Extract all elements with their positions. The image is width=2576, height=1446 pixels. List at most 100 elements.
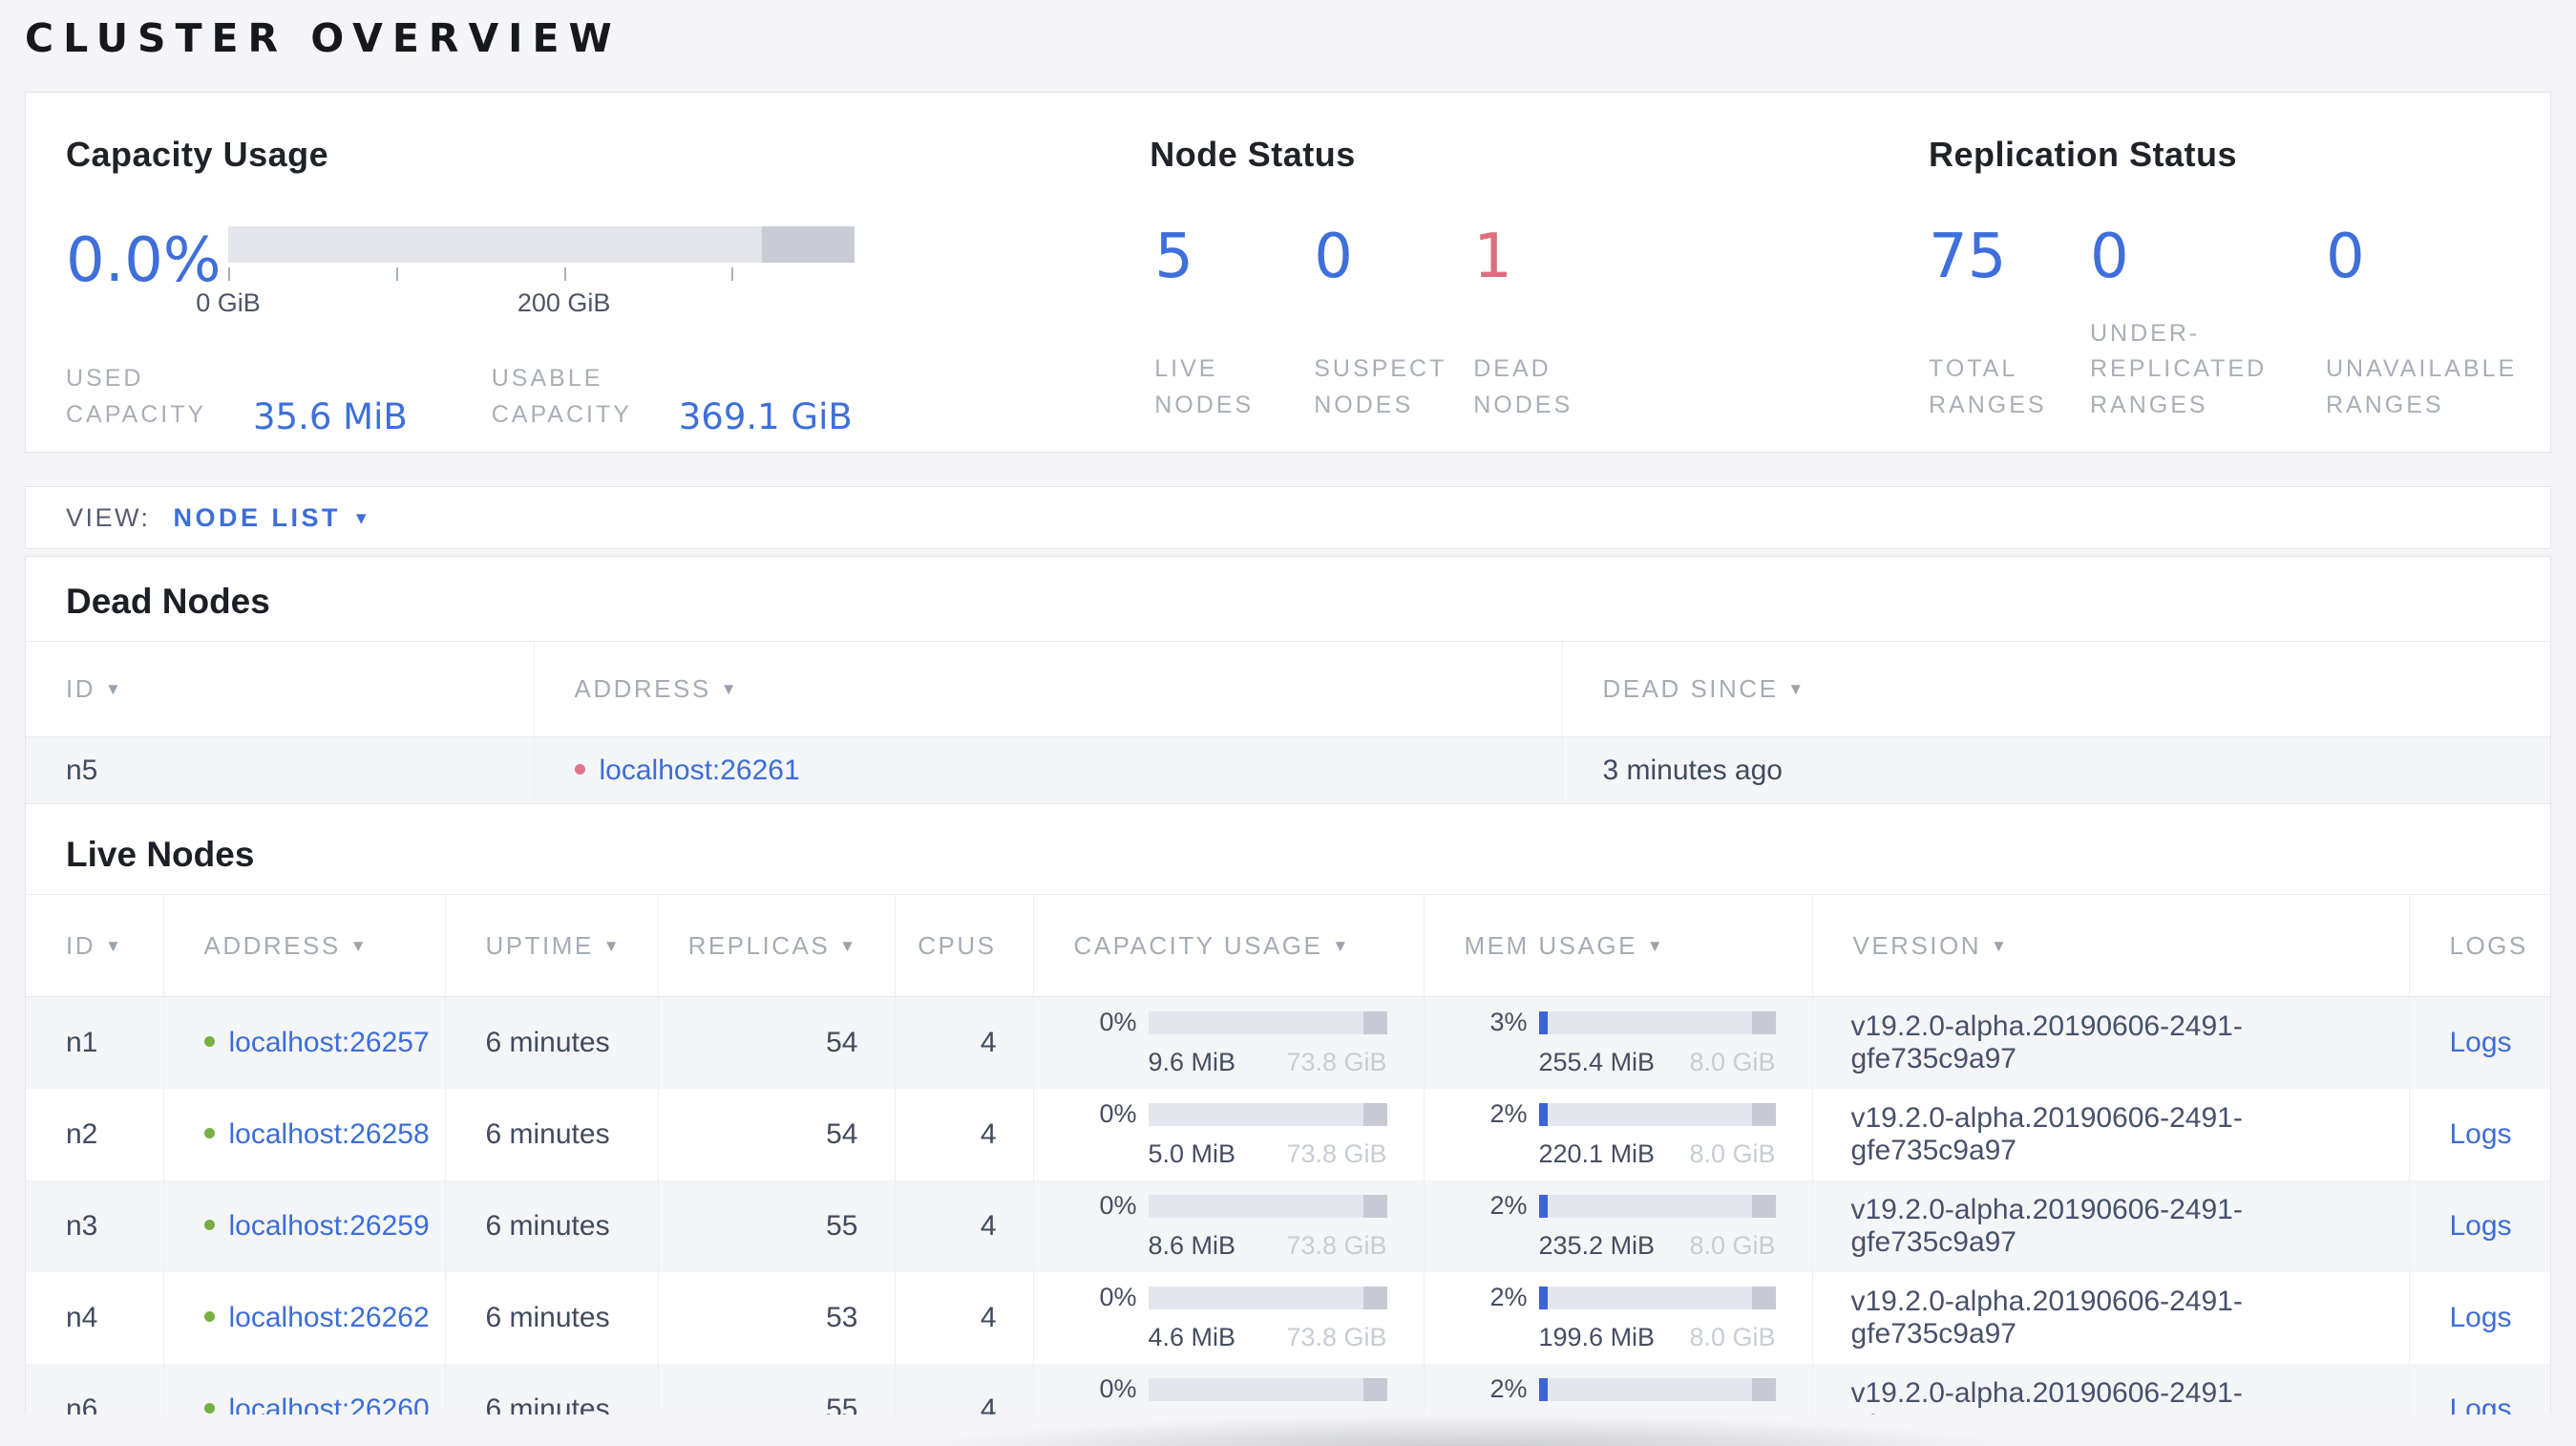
sort-desc-icon: ▼ [720,680,740,698]
live-node-address-cell: localhost:26262 [162,1271,445,1364]
live-node-mem-usage-cell: 2% 220.1 MiB 8.0 GiB [1423,1088,1812,1180]
capacity-usage-percent: 0% [1099,1008,1137,1037]
memory-usage: 3% 255.4 MiB 8.0 GiB [1425,1008,1812,1077]
live-node-address-link[interactable]: localhost:26259 [229,1210,430,1242]
replication-status-labels-row: TOTAL RANGES UNDER-REPLICATED RANGES UNAVA… [1902,310,2550,423]
live-node-replicas-cell: 53 [657,1271,895,1364]
live-node-address-cell: localhost:26257 [162,996,445,1089]
sort-desc-icon: ▼ [105,936,124,955]
live-node-capacity-usage-cell: 0%7.8 MiB73.8 GiB [1032,1363,1424,1414]
memory-usage-percent: 2% [1489,1283,1528,1311]
live-node-version-cell: v19.2.0-alpha.20190606-2491-gfe735c9a97 [1811,1088,2409,1180]
live-node-logs-cell: Logs [2408,1271,2550,1364]
sort-desc-icon: ▼ [105,680,124,698]
live-node-logs-link[interactable]: Logs [2450,1027,2512,1058]
capacity-axis-tick-label: 0 GiB [196,288,261,317]
live-node-logs-link[interactable]: Logs [2450,1118,2512,1150]
live-node-capacity-usage-cell: 0% 5.0 MiB 73.8 GiB [1032,1088,1424,1180]
dead-node-address-link[interactable]: localhost:26261 [600,755,800,786]
memory-usage-percent: 2% [1489,1191,1528,1220]
live-node-cpus-cell: 4 [894,996,1033,1089]
sort-desc-icon: ▼ [1787,680,1806,698]
live-node-row: n6 localhost:26260 6 minutes5540%7.8 MiB73… [26,1363,2550,1415]
live-node-row: n3 localhost:26259 6 minutes 55 4 0% 8.6 MiB 73… [26,1180,2550,1272]
memory-total-value: 8.0 GiB [1689,1048,1776,1077]
memory-usage: 2% 220.1 MiB 8.0 GiB [1425,1099,1812,1169]
dead-nodes-column-header-dead-since[interactable]: DEAD SINCE ▼ [1561,641,2550,737]
view-dropdown[interactable]: NODE LIST ▾ [174,503,367,533]
memory-usage-fill-segment [1538,1286,1548,1309]
live-node-capacity-usage-cell: 0% 8.6 MiB 73.8 GiB [1032,1180,1424,1272]
live-node-row: n1 localhost:26257 6 minutes 54 4 0% 9.6 MiB 73… [26,996,2550,1089]
replication-status-title: Replication Status [1929,135,2238,174]
node-dead-dot-icon [574,764,585,776]
memory-usage: 2% 235.2 MiB 8.0 GiB [1425,1191,1812,1261]
node-status-label-dead-nodes: DEAD NODES [1473,355,1573,418]
memory-total-value: 8.0 GiB [1689,1139,1776,1168]
live-node-cpus-cell: 4 [894,1088,1033,1180]
live-node-address-link[interactable]: localhost:26258 [229,1118,430,1150]
live-node-logs-link[interactable]: Logs [2450,1210,2512,1242]
capacity-usage: 0% 8.6 MiB 73.8 GiB [1034,1191,1424,1261]
memory-total-value: 8.0 GiB [1689,1323,1776,1351]
dead-nodes-column-header-address[interactable]: ADDRESS ▼ [533,641,1562,737]
capacity-usage-percent: 0% [1099,1374,1137,1403]
capacity-used-value: 4.6 MiB [1148,1323,1236,1351]
live-node-capacity-usage-cell: 0% 9.6 MiB 73.8 GiB [1032,996,1424,1089]
live-nodes-column-header-id[interactable]: ID ▼ [26,894,163,997]
capacity-used-value: 8.6 MiB [1148,1231,1236,1260]
live-node-logs-cell: Logs [2408,1363,2550,1415]
live-node-address-link[interactable]: localhost:26262 [229,1302,430,1333]
live-node-logs-link[interactable]: Logs [2450,1302,2512,1333]
live-node-uptime-cell: 6 minutes [444,1363,658,1414]
node-status-section: Node Status 501 LIVE NODES SUSPECT NODES D… [1123,93,1902,452]
used-capacity-label: USED CAPACITY [66,365,207,428]
capacity-usage: 0% 4.6 MiB 73.8 GiB [1034,1283,1424,1352]
live-nodes-column-header-uptime[interactable]: UPTIME ▼ [444,894,658,997]
dead-nodes-heading: Dead Nodes [66,582,270,621]
node-live-dot-icon [203,1220,215,1231]
capacity-usage-bar-chart: 0 GiB 200 GiB [196,226,855,319]
live-nodes-column-header-capacity-usage[interactable]: CAPACITY USAGE ▼ [1032,894,1424,997]
live-node-address-link[interactable]: localhost:26257 [229,1027,430,1058]
memory-usage-fill-segment [1538,1377,1548,1401]
live-nodes-column-header-mem-usage[interactable]: MEM USAGE ▼ [1423,894,1812,997]
memory-usage-bar [1538,1194,1776,1218]
live-node-mem-usage-cell: 2% 199.6 MiB 8.0 GiB [1423,1271,1812,1364]
memory-usage-percent: 2% [1489,1099,1528,1128]
capacity-total-value: 73.8 GiB [1286,1048,1387,1077]
live-node-row: n2 localhost:26258 6 minutes 54 4 0% 5.0 MiB 73… [26,1088,2550,1180]
capacity-usage-bar [1148,1010,1387,1034]
capacity-usage-bar [1148,1102,1387,1126]
capacity-usage-reserved-segment [1362,1102,1387,1126]
live-node-replicas-cell: 55 [657,1180,895,1272]
capacity-axis-tick-label: 200 GiB [517,288,611,317]
live-node-address-link[interactable]: localhost:26260 [229,1393,430,1415]
memory-usage-reserved-segment [1751,1102,1776,1126]
dead-nodes-column-header-id[interactable]: ID ▼ [26,641,534,737]
live-nodes-column-header-version[interactable]: VERSION ▼ [1811,894,2409,997]
capacity-usage-title: Capacity Usage [66,135,329,174]
sort-desc-icon: ▼ [602,936,623,955]
live-node-version-cell: v19.2.0-alpha.20190606-2491-gfe735c9a97 [1811,1271,2409,1364]
capacity-reserved-segment [761,226,855,263]
dead-node-id-cell: n5 [26,736,534,804]
memory-usage-bar [1538,1010,1776,1034]
replication-label-total-ranges: TOTAL RANGES [1929,355,2047,418]
replication-status-section: Replication Status 75 0 0 TOTAL RANGES UNDE… [1902,93,2550,452]
memory-usage-percent: 2% [1489,1374,1528,1403]
chevron-down-icon: ▾ [356,506,367,529]
dead-nodes-header-row: ID ▼ ADDRESS ▼ DEAD SINCE ▼ [26,641,2550,737]
node-status-value-suspect-nodes: 0 [1314,222,1353,292]
live-node-logs-link[interactable]: Logs [2450,1393,2512,1415]
memory-usage-fill-segment [1538,1102,1548,1126]
live-nodes-column-header-cpus: CPUS [894,894,1033,997]
replication-status-values-row: 75 0 0 [1902,226,2550,287]
live-nodes-column-header-address[interactable]: ADDRESS ▼ [162,894,445,997]
cluster-overview-page: CLUSTER OVERVIEW Capacity Usage 0.0% 0 G… [0,0,2576,1446]
capacity-usage-bar [1148,1194,1387,1218]
node-status-label-live-nodes: LIVE NODES [1154,355,1255,418]
memory-usage-bar [1538,1286,1776,1309]
used-capacity-value: 35.6 MiB [253,396,408,437]
live-nodes-column-header-replicas[interactable]: REPLICAS ▼ [657,894,895,997]
